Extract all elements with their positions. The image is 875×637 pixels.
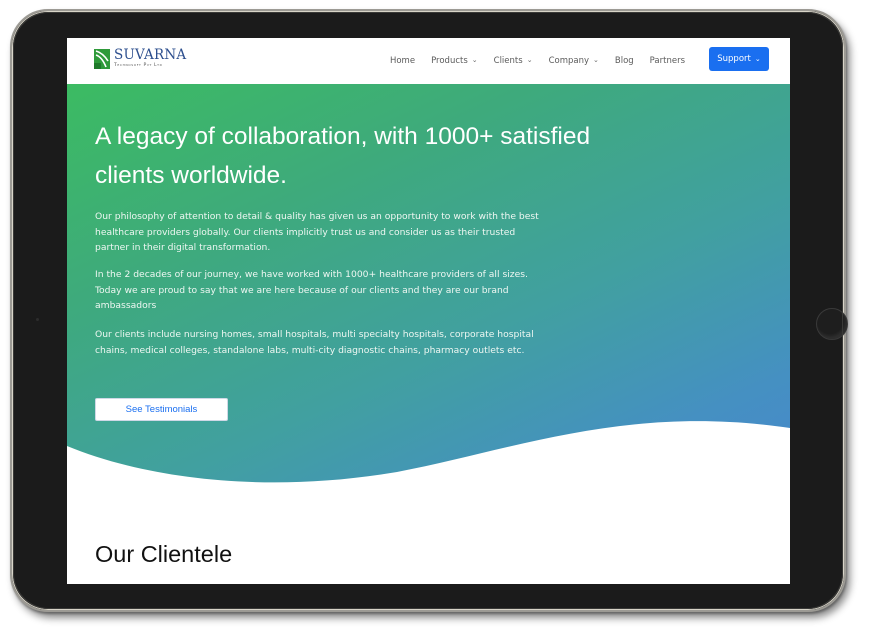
logo[interactable]: SUVARNA Technosoft Pvt Ltd: [94, 49, 186, 69]
hero-paragraph-journey: In the 2 decades of our journey, we have…: [95, 269, 528, 311]
nav-products-label: Products: [431, 56, 468, 66]
nav-clients[interactable]: Clients ⌄: [494, 56, 533, 66]
home-button[interactable]: [816, 308, 848, 340]
nav-partners[interactable]: Partners: [650, 56, 685, 66]
support-label: Support: [717, 54, 751, 64]
brand-name: SUVARNA: [114, 47, 187, 64]
hero-wave-divider: [67, 421, 790, 524]
nav-products[interactable]: Products ⌄: [431, 56, 478, 66]
hero-paragraph-philosophy: Our philosophy of attention to detail & …: [95, 211, 539, 253]
nav-blog[interactable]: Blog: [615, 56, 634, 66]
clientele-heading: Our Clientele: [95, 541, 233, 567]
hero-section: A legacy of collaboration, with 1000+ sa…: [67, 84, 790, 524]
logo-icon: [94, 49, 110, 69]
nav-blog-label: Blog: [614, 56, 634, 66]
nav-home-label: Home: [389, 56, 416, 66]
hero-title: A legacy of collaboration, with 1000+ sa…: [95, 123, 591, 189]
main-nav: Home Products ⌄ Clients ⌄ Company ⌄ Blog…: [374, 38, 685, 84]
nav-partners-label: Partners: [649, 56, 685, 66]
chevron-down-icon: ⌄: [526, 56, 533, 64]
chevron-down-icon: ⌄: [593, 56, 599, 64]
nav-company-label: Company: [548, 56, 589, 66]
nav-company[interactable]: Company ⌄: [549, 56, 599, 66]
navbar: SUVARNA Technosoft Pvt Ltd Home Products…: [67, 38, 790, 85]
camera-icon: [36, 318, 39, 321]
screen: SUVARNA Technosoft Pvt Ltd Home Products…: [67, 38, 790, 584]
nav-home[interactable]: Home: [390, 56, 415, 66]
support-button[interactable]: Support ⌄: [709, 47, 769, 71]
hero-paragraph-clients: Our clients include nursing homes, small…: [95, 329, 534, 356]
brand-tagline: Technosoft Pvt Ltd: [114, 62, 163, 68]
chevron-down-icon: ⌄: [471, 56, 478, 64]
chevron-down-icon: ⌄: [754, 55, 761, 63]
nav-clients-label: Clients: [493, 56, 523, 66]
